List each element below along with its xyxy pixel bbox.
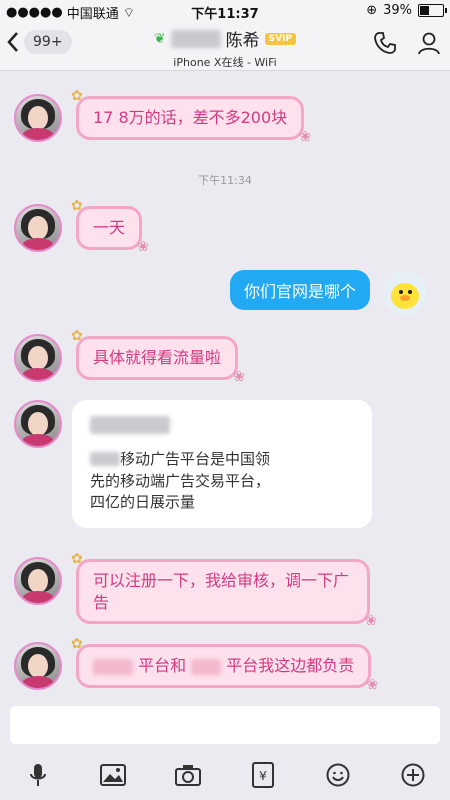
message-bubble[interactable]: 17 8万的话，差不多200块 bbox=[71, 87, 311, 146]
message-text: 17 8万的话，差不多200块 bbox=[93, 108, 288, 127]
avatar[interactable] bbox=[14, 400, 62, 448]
avatar[interactable] bbox=[14, 334, 62, 382]
message-incoming: 移动广告平台是中国领先的移动端广告交易平台，四亿的日展示量 bbox=[14, 400, 372, 528]
chat-header: 99+ ❦ 陈希 SVIP iPhone X在线 - WiFi bbox=[0, 22, 450, 71]
header-actions bbox=[372, 30, 442, 56]
blurred-text bbox=[93, 658, 133, 675]
message-incoming: 一天 bbox=[14, 197, 149, 256]
message-outgoing: 你们官网是哪个 bbox=[230, 270, 428, 316]
message-text: 平台和 bbox=[138, 656, 187, 675]
message-bubble[interactable]: 具体就得看流量啦 bbox=[71, 327, 245, 386]
online-status: iPhone X在线 - WiFi bbox=[173, 56, 277, 69]
plant-icon: ❦ bbox=[153, 30, 166, 47]
message-bubble[interactable]: 你们官网是哪个 bbox=[230, 270, 371, 310]
red-packet-icon[interactable]: ¥ bbox=[249, 761, 277, 789]
message-input[interactable] bbox=[10, 706, 440, 744]
duck-avatar-icon[interactable] bbox=[382, 270, 428, 316]
orientation-lock-icon: ⊕ bbox=[366, 3, 378, 18]
contact-name: 陈希 bbox=[225, 31, 260, 51]
camera-icon[interactable] bbox=[174, 761, 202, 789]
status-bar: ●●●●● 中国联通 ⌔ 下午11:37 ⊕ 39% bbox=[0, 0, 450, 22]
avatar[interactable] bbox=[14, 94, 62, 142]
plus-icon[interactable] bbox=[399, 761, 427, 789]
svg-text:¥: ¥ bbox=[259, 769, 267, 783]
message-incoming: 可以注册一下，我给审核，调一下广告 bbox=[14, 550, 377, 631]
message-incoming: 平台和 平台我这边都负责 bbox=[14, 635, 379, 694]
message-text: 具体就得看流量啦 bbox=[93, 348, 222, 367]
message-incoming: 具体就得看流量啦 bbox=[14, 327, 245, 386]
message-text: 可以注册一下，我给审核，调一下广告 bbox=[93, 571, 350, 612]
message-timestamp: 下午11:34 bbox=[198, 174, 252, 187]
blurred-brand bbox=[90, 452, 120, 467]
message-card-text: 移动广告平台是中国领先的移动端广告交易平台，四亿的日展示量 bbox=[90, 449, 280, 514]
smiley-icon[interactable] bbox=[324, 761, 352, 789]
status-right: ⊕ 39% bbox=[366, 3, 447, 18]
blurred-name bbox=[170, 29, 221, 48]
message-text: 平台我这边都负责 bbox=[226, 656, 355, 675]
microphone-icon[interactable] bbox=[24, 761, 52, 789]
avatar[interactable] bbox=[14, 204, 62, 252]
message-bubble[interactable]: 一天 bbox=[71, 197, 149, 256]
person-icon[interactable] bbox=[416, 30, 442, 56]
input-toolbar: ¥ bbox=[0, 750, 450, 800]
avatar[interactable] bbox=[14, 557, 62, 605]
avatar[interactable] bbox=[14, 642, 62, 690]
message-bubble[interactable]: 可以注册一下，我给审核，调一下广告 bbox=[71, 550, 377, 631]
blurred-title bbox=[90, 416, 170, 434]
battery-percent: 39% bbox=[383, 3, 412, 18]
message-bubble[interactable]: 平台和 平台我这边都负责 bbox=[71, 635, 379, 694]
blurred-text bbox=[191, 658, 222, 675]
message-incoming: 17 8万的话，差不多200块 bbox=[14, 87, 311, 146]
svip-badge: SVIP bbox=[264, 32, 297, 45]
battery-icon bbox=[418, 4, 447, 17]
message-card[interactable]: 移动广告平台是中国领先的移动端广告交易平台，四亿的日展示量 bbox=[72, 400, 372, 528]
image-icon[interactable] bbox=[99, 761, 127, 789]
message-text: 一天 bbox=[93, 218, 126, 237]
phone-icon[interactable] bbox=[372, 30, 398, 56]
message-text: 你们官网是哪个 bbox=[244, 282, 357, 301]
